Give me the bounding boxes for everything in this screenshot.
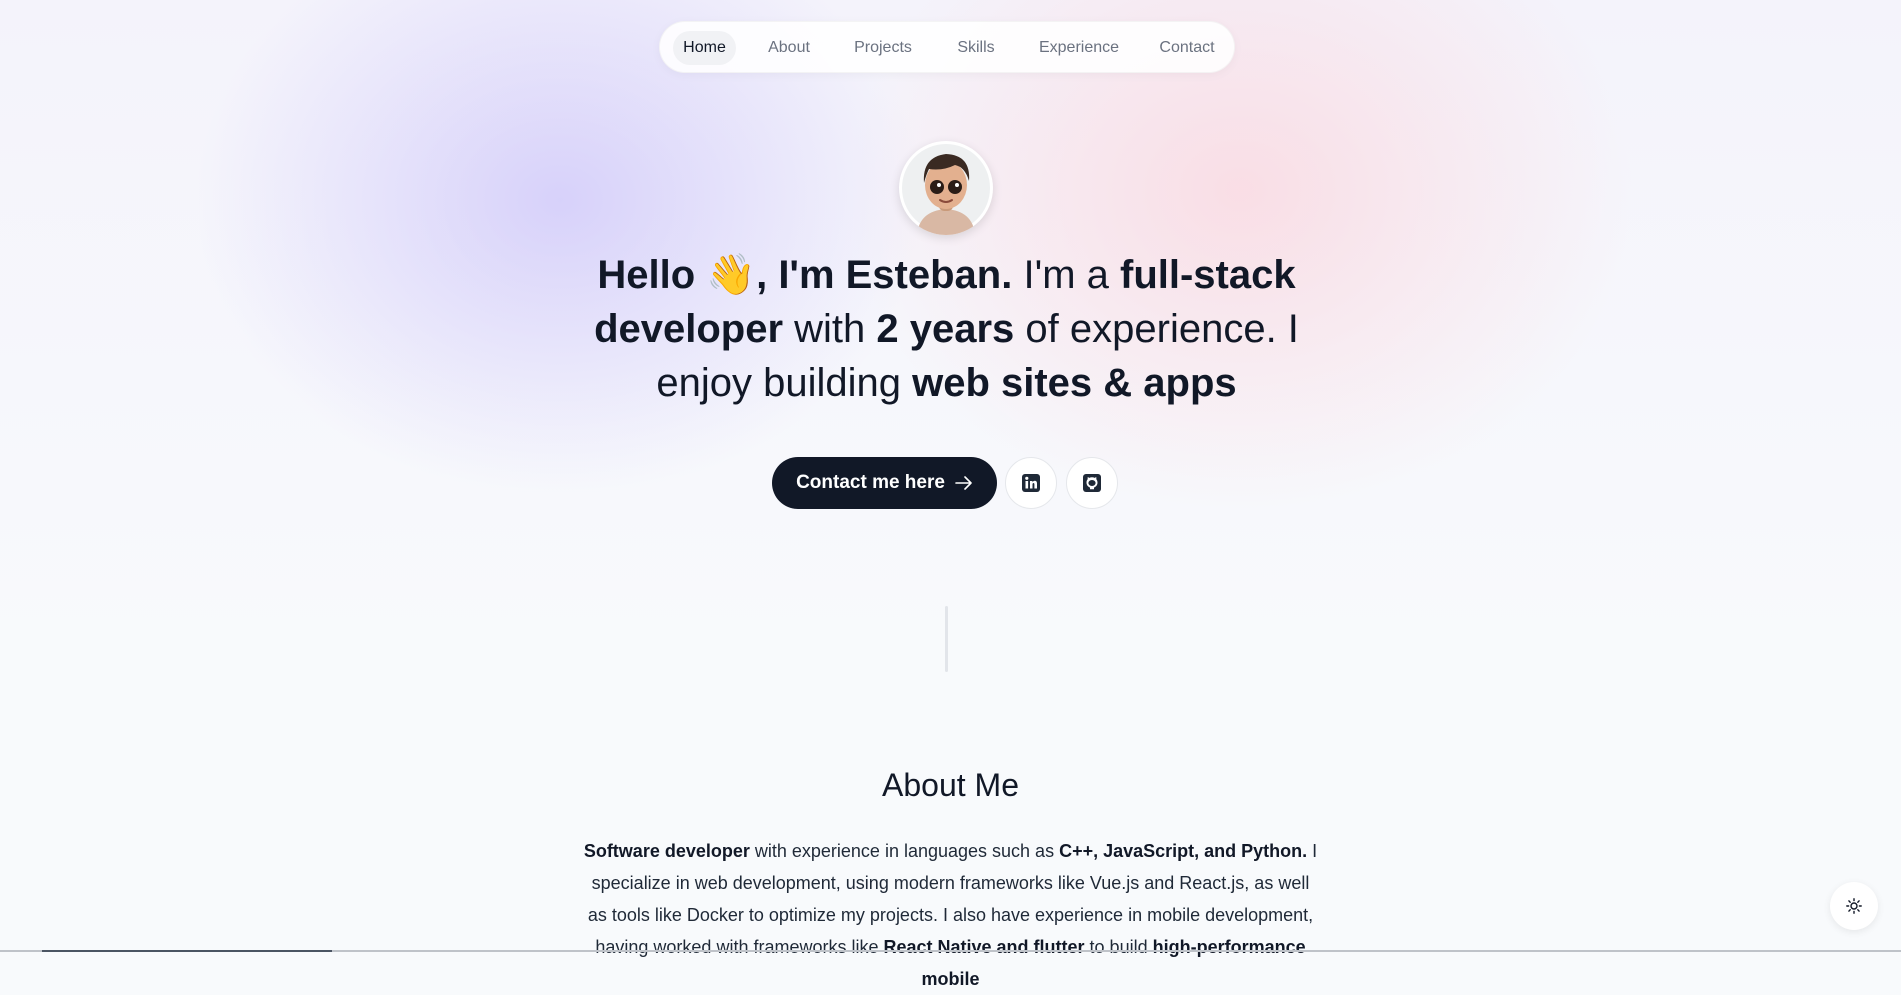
contact-me-label: Contact me here xyxy=(796,472,945,493)
linkedin-icon xyxy=(1022,474,1040,492)
github-button[interactable] xyxy=(1066,457,1118,509)
profile-avatar xyxy=(899,141,993,235)
top-nav: Home About Projects Skills Experience Co… xyxy=(659,21,1235,73)
page: Home About Projects Skills Experience Co… xyxy=(0,0,1901,989)
contact-me-button[interactable]: Contact me here xyxy=(772,457,997,509)
nav-skills[interactable]: Skills xyxy=(945,31,1007,65)
linkedin-button[interactable] xyxy=(1005,457,1057,509)
about-b2: C++, JavaScript, and Python. xyxy=(1059,841,1308,861)
nav-contact[interactable]: Contact xyxy=(1151,31,1223,65)
sun-icon xyxy=(1846,898,1862,914)
wave-emoji: 👋 xyxy=(706,253,757,297)
hero-greeting: Hello xyxy=(597,253,707,297)
about-t1: with experience in languages such as xyxy=(749,841,1060,861)
theme-toggle-button[interactable] xyxy=(1830,882,1878,930)
hero-focus: web sites & apps xyxy=(912,361,1237,405)
about-b3: React Native and flutter xyxy=(883,937,1085,957)
section-divider xyxy=(945,606,948,672)
hero-name: , I'm Esteban. xyxy=(756,253,1013,297)
nav-about[interactable]: About xyxy=(758,31,820,65)
about-t3: to build xyxy=(1084,937,1153,957)
memoji-avatar-icon xyxy=(902,144,990,235)
arrow-right-icon xyxy=(955,476,972,490)
nav-home[interactable]: Home xyxy=(673,31,736,65)
hero-text-1: I'm a xyxy=(1012,253,1120,297)
about-title: About Me xyxy=(882,767,1019,803)
nav-projects[interactable]: Projects xyxy=(843,31,923,65)
hero-text-2: with xyxy=(783,307,877,351)
hero-headline: Hello 👋, I'm Esteban. I'm a full-stack d… xyxy=(590,248,1303,410)
github-icon xyxy=(1083,474,1101,492)
nav-experience[interactable]: Experience xyxy=(1029,31,1129,65)
about-paragraph: Software developer with experience in la… xyxy=(580,835,1321,995)
about-b1: Software developer xyxy=(583,841,750,861)
hero-years: 2 years xyxy=(876,307,1015,351)
